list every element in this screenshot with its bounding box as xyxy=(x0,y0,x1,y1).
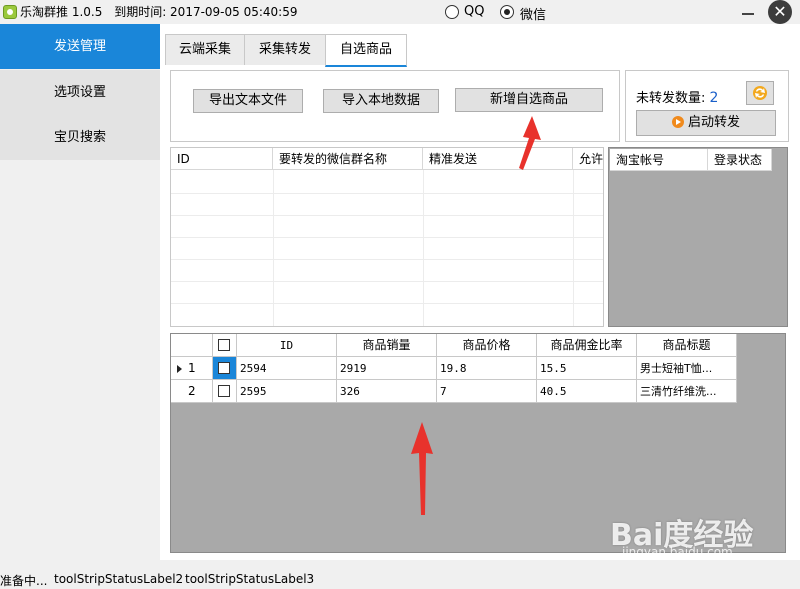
grid-line xyxy=(171,193,603,194)
unsent-count-value: 2 xyxy=(709,90,719,106)
column-header-group-name[interactable]: 要转发的微信群名称 xyxy=(273,148,423,170)
refresh-button[interactable] xyxy=(746,81,774,105)
qq-radio-button[interactable] xyxy=(445,5,459,19)
column-header-id[interactable]: ID xyxy=(171,148,273,170)
watermark-url: jingyan.baidu.com xyxy=(622,545,733,559)
row-header[interactable]: 1 xyxy=(171,357,213,380)
sidebar-item-options[interactable]: 选项设置 xyxy=(0,70,160,115)
row-number: 2 xyxy=(188,384,196,398)
wechat-radio-label[interactable]: 微信 xyxy=(520,4,546,23)
column-header-taobao-account[interactable]: 淘宝帐号 xyxy=(610,149,708,171)
refresh-icon xyxy=(753,86,767,100)
cell-title[interactable]: 男士短袖T恤... xyxy=(637,357,737,380)
taobao-account-grid[interactable]: 淘宝帐号 登录状态 xyxy=(608,147,788,327)
expiry-time: 到期时间: 2017-09-05 05:40:59 xyxy=(114,5,298,19)
app-name: 乐淘群推 1.0.5 xyxy=(20,5,103,19)
wechat-radio-button[interactable] xyxy=(500,5,514,19)
window-title: 乐淘群推 1.0.5 到期时间: 2017-09-05 05:40:59 xyxy=(20,3,298,20)
grid-line xyxy=(171,215,603,216)
cell-price[interactable]: 19.8 xyxy=(437,357,537,380)
start-forward-button[interactable]: 启动转发 xyxy=(636,110,776,136)
select-all-cell[interactable] xyxy=(213,334,237,357)
export-text-button[interactable]: 导出文本文件 xyxy=(193,89,303,113)
cell-id[interactable]: 2595 xyxy=(237,380,337,403)
add-custom-goods-button[interactable]: 新增自选商品 xyxy=(455,88,603,112)
column-header-commission-rate[interactable]: 商品佣金比率 xyxy=(537,334,637,357)
import-local-button[interactable]: 导入本地数据 xyxy=(323,89,439,113)
status-bar: 准备中... toolStripStatusLabel2 toolStripSt… xyxy=(0,568,800,588)
close-icon[interactable]: ✕ xyxy=(768,0,792,24)
cell-sales[interactable]: 2919 xyxy=(337,357,437,380)
cell-title[interactable]: 三清竹纤维洗... xyxy=(637,380,737,403)
unsent-count-row: 未转发数量: 2 xyxy=(636,87,718,106)
row-header[interactable]: 2 xyxy=(171,380,213,403)
play-icon xyxy=(671,116,684,128)
tab-cloud-collect[interactable]: 云端采集 xyxy=(165,34,245,65)
title-bar: 乐淘群推 1.0.5 到期时间: 2017-09-05 05:40:59 QQ … xyxy=(0,0,800,24)
wechat-group-grid[interactable]: ID 要转发的微信群名称 精准发送 允许 xyxy=(170,147,604,327)
tab-collect-forward[interactable]: 采集转发 xyxy=(244,34,326,65)
toolbar-group: 导出文本文件 导入本地数据 新增自选商品 xyxy=(170,70,620,142)
start-forward-label: 启动转发 xyxy=(687,115,740,130)
status-label-3: toolStripStatusLabel3 xyxy=(185,572,315,586)
sidebar: 发送管理 选项设置 宝贝搜索 xyxy=(0,24,160,560)
row-checkbox[interactable] xyxy=(218,385,230,397)
cell-commission-rate[interactable]: 15.5 xyxy=(537,357,637,380)
column-header-price[interactable]: 商品价格 xyxy=(437,334,537,357)
column-header-precise-send[interactable]: 精准发送 xyxy=(423,148,573,170)
tab-custom-goods[interactable]: 自选商品 xyxy=(325,34,407,67)
row-select-cell[interactable] xyxy=(213,380,237,403)
select-all-checkbox[interactable] xyxy=(218,339,230,351)
column-header-title[interactable]: 商品标题 xyxy=(637,334,737,357)
forward-panel: 未转发数量: 2 启动转发 xyxy=(625,70,789,142)
grid-line xyxy=(171,259,603,260)
unsent-count-label: 未转发数量: xyxy=(636,91,706,106)
row-pointer-icon xyxy=(177,365,182,373)
qq-radio-label[interactable]: QQ xyxy=(464,4,484,19)
cell-id[interactable]: 2594 xyxy=(237,357,337,380)
grid-line xyxy=(171,237,603,238)
sidebar-item-send-management[interactable]: 发送管理 xyxy=(0,24,160,69)
grid-line xyxy=(171,303,603,304)
status-label-1: 准备中... xyxy=(0,574,48,588)
cell-sales[interactable]: 326 xyxy=(337,380,437,403)
cell-price[interactable]: 7 xyxy=(437,380,537,403)
annotation-arrow-up xyxy=(519,116,541,170)
annotation-arrow-up xyxy=(411,422,433,515)
row-checkbox[interactable] xyxy=(218,362,230,374)
column-header-id[interactable]: ID xyxy=(237,334,337,357)
column-header-sales[interactable]: 商品销量 xyxy=(337,334,437,357)
sidebar-item-item-search[interactable]: 宝贝搜索 xyxy=(0,115,160,160)
row-select-cell[interactable] xyxy=(213,357,237,380)
row-header-corner xyxy=(171,334,213,357)
column-header-login-status[interactable]: 登录状态 xyxy=(708,149,772,171)
cell-commission-rate[interactable]: 40.5 xyxy=(537,380,637,403)
row-number: 1 xyxy=(188,361,196,375)
app-icon xyxy=(3,5,17,19)
minimize-icon[interactable] xyxy=(742,13,754,15)
grid-line xyxy=(171,281,603,282)
column-header-allow[interactable]: 允许 xyxy=(573,148,603,170)
status-label-2: toolStripStatusLabel2 xyxy=(54,572,184,586)
